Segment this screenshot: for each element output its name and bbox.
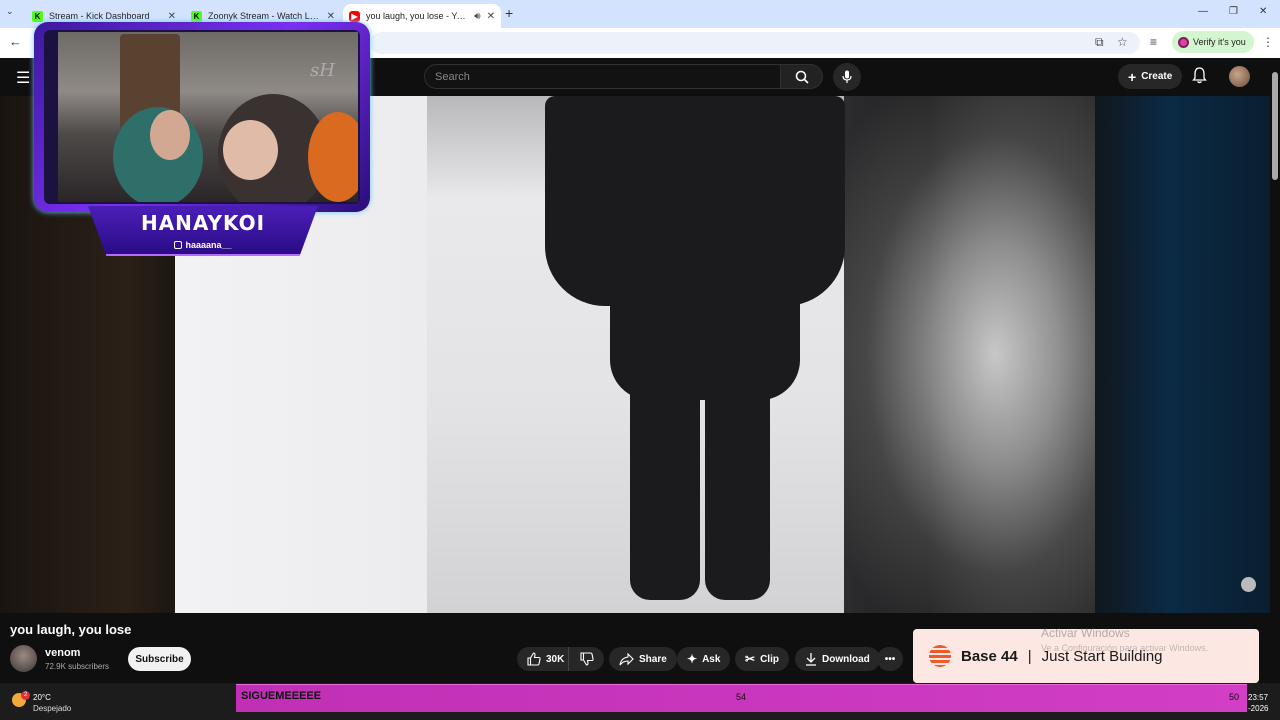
webcam-face-right (223, 120, 278, 180)
tab-title: you laugh, you lose - YouTube (366, 11, 468, 21)
microphone-icon (842, 70, 852, 83)
like-count: 30K (546, 653, 565, 665)
instagram-icon (174, 241, 183, 249)
reading-list-icon[interactable]: ≡ (1150, 35, 1157, 49)
back-arrow-icon[interactable]: ← (9, 34, 22, 49)
kick-icon: K (191, 10, 202, 22)
close-icon[interactable]: ✕ (487, 11, 495, 22)
minimize-button[interactable]: — (1198, 6, 1208, 17)
streamer-instagram: haaaana__ (88, 240, 318, 250)
kick-icon: K (32, 10, 43, 22)
video-title: you laugh, you lose (10, 622, 132, 637)
taskbar-clock-time[interactable]: 23:57 (1248, 693, 1268, 702)
notifications-bell-icon[interactable] (1192, 67, 1207, 89)
ticker-count-mid: 54 (736, 692, 747, 702)
verify-label: Verify it's you (1193, 37, 1246, 47)
more-actions-button[interactable]: ••• (877, 647, 903, 671)
create-button[interactable]: + Create (1118, 64, 1183, 89)
weather-badge: 2 (21, 691, 30, 700)
download-button[interactable]: Download (795, 647, 880, 671)
profile-icon (1178, 36, 1189, 48)
ad-brand: Base 44 (961, 647, 1018, 665)
ad-separator: | (1027, 647, 1032, 665)
ask-button[interactable]: ✦ Ask (677, 647, 731, 671)
webcam-feed (58, 32, 358, 202)
plus-icon: + (1128, 68, 1137, 85)
share-button[interactable]: Share (609, 647, 677, 671)
channel-avatar[interactable] (10, 645, 37, 672)
kebab-menu-icon[interactable]: ⋮ (1262, 35, 1274, 49)
activate-windows-watermark: Activar Windows (1041, 626, 1130, 640)
video-person-right-leg (705, 370, 770, 600)
channel-name[interactable]: venom (45, 647, 80, 659)
streamer-name: HANAYKOI (140, 211, 266, 235)
install-app-icon[interactable]: ⧉ (1095, 35, 1104, 50)
share-arrow-icon (619, 652, 634, 665)
instagram-handle: haaaana__ (185, 240, 232, 250)
subscribe-button[interactable]: Subscribe (128, 647, 191, 671)
dislike-button[interactable] (568, 647, 604, 671)
ask-label: Ask (702, 653, 721, 665)
tab-youtube-video[interactable]: ▶ you laugh, you lose - YouTube 🔊︎ ✕ (343, 4, 501, 28)
download-label: Download (822, 653, 870, 665)
video-person-left-leg (630, 370, 700, 600)
search-button[interactable] (781, 64, 823, 89)
youtube-icon: ▶ (349, 10, 360, 22)
account-avatar[interactable] (1229, 66, 1250, 87)
subscriber-count: 72.9K subscribers (45, 662, 110, 671)
scissors-icon: ✂ (745, 652, 756, 666)
ticker-count-right: 50 (1229, 692, 1240, 702)
close-icon[interactable]: ✕ (327, 11, 335, 22)
close-icon[interactable]: ✕ (168, 11, 176, 22)
clip-label: Clip (760, 653, 779, 665)
weather-condition: Despejado (33, 704, 72, 713)
scrollbar-thumb[interactable] (1272, 72, 1278, 180)
tab-title: Stream - Kick Dashboard (49, 11, 150, 21)
webcam-face-left (150, 110, 190, 160)
ticker-message: SIGUEMEEEEE (241, 690, 322, 702)
taskbar-clock-date[interactable]: -2026 (1248, 704, 1268, 713)
sparkle-icon: ✦ (687, 652, 698, 666)
clip-button[interactable]: ✂ Clip (735, 647, 789, 671)
new-tab-button[interactable]: + (505, 5, 513, 21)
tab-title: Zoonyk Stream - Watch Live on (208, 11, 321, 21)
download-icon (806, 653, 816, 666)
weather-temperature[interactable]: 20°C (33, 693, 51, 702)
create-label: Create (1141, 71, 1173, 82)
search-icon (795, 70, 809, 84)
verify-profile-button[interactable]: Verify it's you (1172, 31, 1254, 53)
speaker-icon[interactable]: 🔊︎ (474, 11, 480, 22)
base44-logo-icon (929, 645, 951, 667)
hamburger-menu-icon[interactable]: ☰ (16, 68, 30, 88)
thumbs-up-icon (527, 652, 541, 666)
thumbs-down-icon (579, 652, 594, 666)
share-label: Share (639, 653, 667, 665)
search-input[interactable]: Search (424, 64, 781, 89)
url-field[interactable] (370, 32, 1140, 54)
tab-search-chevron-icon[interactable]: ⌄ (6, 6, 14, 17)
video-control-icon[interactable] (1241, 577, 1256, 592)
like-button[interactable]: 30K (517, 647, 574, 671)
restore-button[interactable]: ❐ (1229, 6, 1238, 17)
close-window-button[interactable]: ✕ (1259, 6, 1267, 17)
more-dots-icon: ••• (884, 653, 896, 665)
bookmark-star-icon[interactable]: ☆ (1117, 35, 1128, 49)
video-blurred-edge (844, 96, 1095, 613)
webcam-watermark: sH (310, 60, 335, 81)
voice-search-button[interactable] (833, 63, 861, 91)
activate-windows-subtext: Ve a Configuración para activar Windows. (1041, 643, 1209, 653)
